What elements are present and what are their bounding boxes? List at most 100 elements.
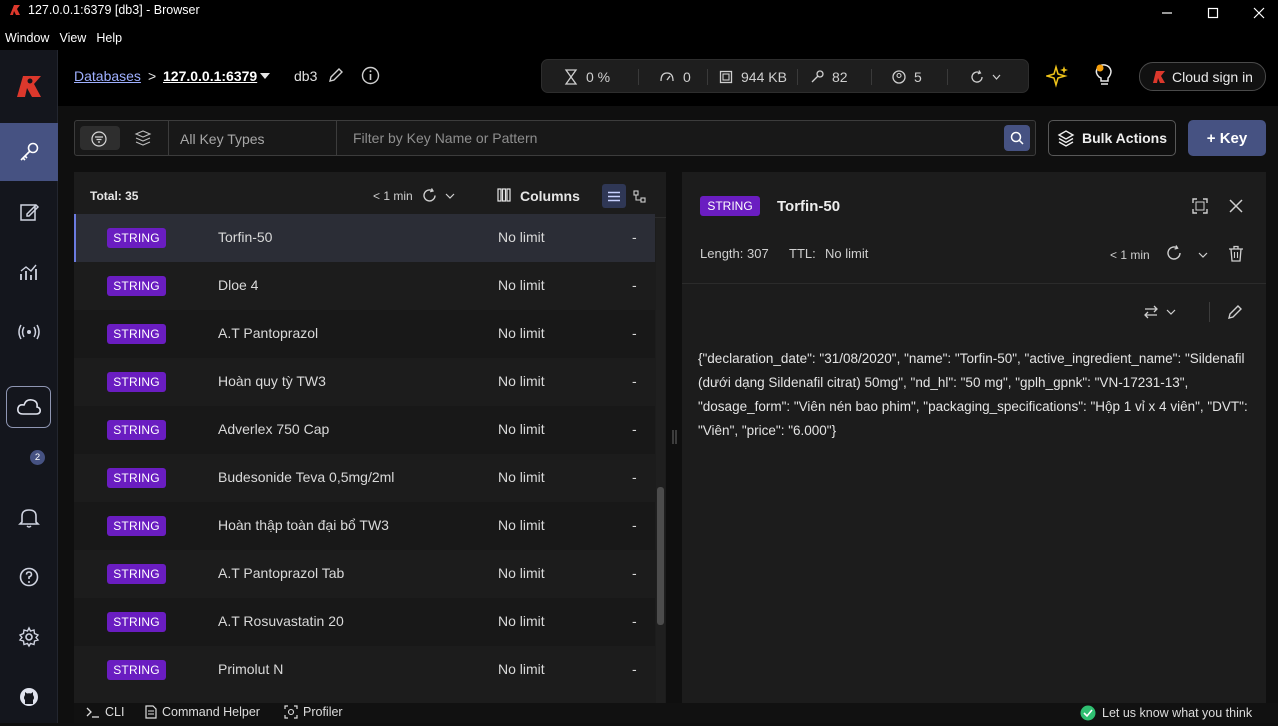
cli-button[interactable]: CLI [86,705,124,719]
chevron-down-icon[interactable] [1198,252,1208,258]
delete-key-button[interactable] [1228,245,1244,262]
sidebar-item-analysis[interactable] [0,243,58,301]
layers-icon [1057,130,1075,147]
insights-button[interactable] [1091,62,1117,90]
stat-divider [871,69,872,85]
add-key-button[interactable]: + Key [1188,120,1266,156]
table-row[interactable]: STRING Hoàn thập toàn đại bổ TW3 No limi… [74,502,655,550]
stat-divider [707,69,708,85]
sidebar-item-workbench[interactable] [0,183,58,241]
table-row[interactable]: STRING A.T Pantoprazol Tab No limit - [74,550,655,598]
key-type-badge: STRING [107,612,166,632]
github-button[interactable] [0,668,58,726]
list-scrollbar-thumb[interactable] [657,487,664,625]
filter-icon[interactable] [91,131,107,147]
pencil-icon [329,68,343,82]
search-button[interactable] [1004,125,1030,151]
key-name: A.T Pantoprazol Tab [218,565,345,581]
vector-search-toggle[interactable] [134,130,152,146]
table-row[interactable]: STRING Hoàn quy tỳ TW3 No limit - [74,358,655,406]
refresh-icon [1167,245,1181,260]
pencil-icon [1228,305,1242,319]
value-format-select[interactable] [1143,304,1177,320]
panel-resize-handle[interactable] [668,172,680,703]
key-size: - [632,277,637,293]
edit-db-button[interactable] [328,67,344,83]
list-icon [608,191,620,201]
expand-icon [1192,198,1208,214]
menu-window[interactable]: Window [0,31,54,45]
speedometer-icon [660,72,674,82]
key-type-badge: STRING [107,420,166,440]
close-detail-button[interactable] [1229,199,1243,213]
stat-divider [638,69,639,85]
search-icon [1010,131,1024,145]
key-ttl: No limit [498,661,545,677]
info-icon[interactable] [361,66,380,85]
key-name: A.T Pantoprazol [218,325,319,341]
key-icon [811,70,824,83]
key-filter-input[interactable] [338,121,998,155]
ai-assistant-button[interactable] [1046,64,1070,88]
detail-key-name[interactable]: Torfin-50 [777,198,840,215]
table-row[interactable]: STRING Adverlex 750 Cap No limit - [74,406,655,454]
table-row[interactable]: STRING Dloe 4 No limit - [74,262,655,310]
view-mode-toggle [602,184,650,208]
list-scrollbar-track[interactable] [656,218,665,703]
table-row[interactable]: STRING Primolut N No limit - [74,646,655,694]
auto-refresh-button[interactable] [970,60,1001,94]
key-type-badge: STRING [107,516,166,536]
refresh-detail-button[interactable] [1166,245,1182,261]
user-icon [892,70,906,84]
close-icon [1253,7,1265,19]
redis-home-logo[interactable] [0,57,58,115]
fullscreen-button[interactable] [1192,198,1208,214]
menu-view[interactable]: View [54,31,91,45]
bulk-actions-button[interactable]: Bulk Actions [1048,120,1176,156]
profiler-button[interactable]: Profiler [284,705,343,719]
bulk-actions-label: Bulk Actions [1081,130,1168,146]
key-type-badge: STRING [107,468,166,488]
key-name: Hoàn thập toàn đại bổ TW3 [218,517,389,533]
key-type-select[interactable]: All Key Types [168,121,337,155]
command-helper-button[interactable]: Command Helper [145,705,260,719]
table-row[interactable]: STRING Torfin-50 No limit - [74,214,655,262]
columns-button-label[interactable]: Columns [520,188,580,204]
menu-help[interactable]: Help [91,31,127,45]
tree-view-button[interactable] [628,184,650,208]
key-size: - [632,469,637,485]
cloud-signin-button[interactable]: Cloud sign in [1139,62,1266,91]
cli-label: CLI [105,705,125,719]
cloud-button[interactable] [6,386,51,428]
redis-logo-icon [8,3,22,17]
stat-keys-value: 82 [832,69,848,85]
maximize-button[interactable] [1190,0,1236,26]
chevron-down-icon[interactable] [259,72,271,80]
columns-icon[interactable] [497,188,511,202]
last-refresh-time: < 1 min [373,189,413,203]
settings-button[interactable] [0,608,58,666]
table-row[interactable]: STRING A.T Rosuvastatin 20 No limit - [74,598,655,646]
sidebar-item-pubsub[interactable] [0,303,58,361]
feedback-link[interactable]: Let us know what you think [1079,705,1252,721]
database-host-selector[interactable]: 127.0.0.1:6379 [163,68,257,84]
terminal-icon [86,707,99,718]
help-button[interactable] [0,548,58,606]
chevron-down-icon[interactable] [445,193,455,199]
refresh-list-button[interactable] [422,188,437,203]
list-view-button[interactable] [602,184,626,208]
notifications-button[interactable] [0,488,58,546]
ttl-value[interactable]: No limit [825,246,868,261]
sidebar-item-browser[interactable] [0,123,58,181]
table-row[interactable]: STRING A.T Pantoprazol No limit - [74,310,655,358]
key-name: Adverlex 750 Cap [218,421,330,437]
table-row[interactable]: STRING Budesonide Teva 0,5mg/2ml No limi… [74,454,655,502]
minimize-button[interactable] [1144,0,1190,26]
stat-clients: 5 [892,60,922,94]
close-window-button[interactable] [1236,0,1278,26]
key-value-content[interactable]: {"declaration_date": "31/08/2020", "name… [698,347,1250,443]
key-type-badge: STRING [107,324,166,344]
databases-link[interactable]: Databases [74,68,141,84]
edit-value-button[interactable] [1227,304,1243,320]
breadcrumb-separator: > [148,68,157,84]
